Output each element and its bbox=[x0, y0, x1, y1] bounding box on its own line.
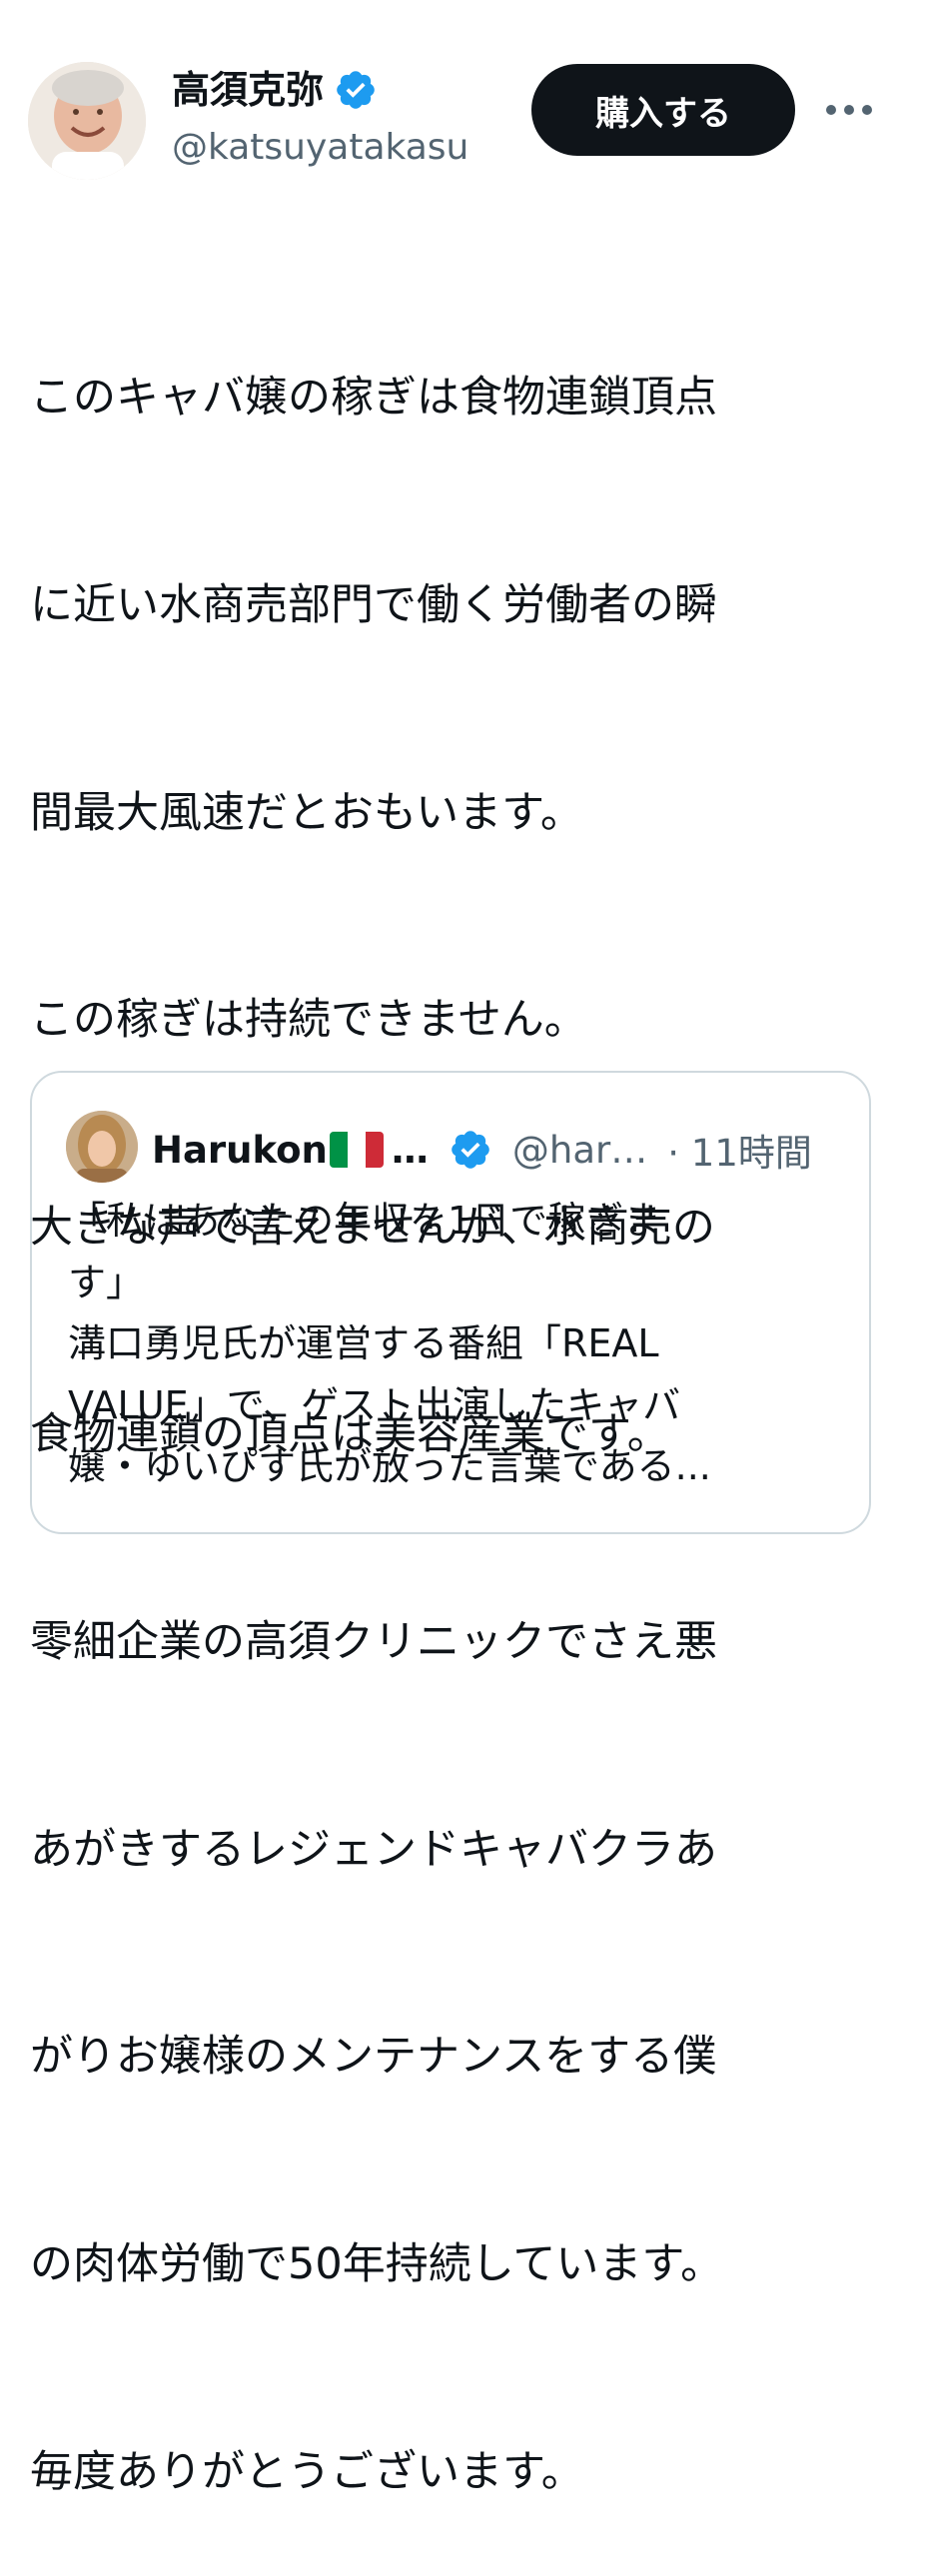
tweet-line: 間最大風速だとおもいます。 bbox=[30, 787, 583, 838]
quoted-author-handle[interactable]: @har… bbox=[512, 1129, 647, 1172]
tweet-line: 零細企業の高須クリニックでさえ悪 bbox=[30, 1617, 717, 1668]
tweet-line: がりお嬢様のメンテナンスをする僕 bbox=[30, 2032, 717, 2083]
quoted-body: 「私はあなたの年収を1日で稼ぎま す」 溝口勇児氏が運営する番組「REAL VA… bbox=[68, 1191, 847, 1498]
more-dots bbox=[826, 105, 872, 115]
quoted-name-ellipsis: … bbox=[391, 1128, 429, 1172]
tweet-line: この稼ぎは持続できません。 bbox=[30, 995, 587, 1046]
italy-flag-icon bbox=[329, 1132, 384, 1168]
buy-button[interactable]: 購入する bbox=[531, 64, 795, 156]
quoted-line: 溝口勇児氏が運営する番組「REAL bbox=[68, 1321, 659, 1366]
author-name[interactable]: 高須克弥 bbox=[172, 71, 324, 109]
quoted-timestamp[interactable]: · 11時間 bbox=[667, 1123, 812, 1177]
tweet-header: 高須克弥 @katsuyatakasu 購入する bbox=[0, 0, 926, 200]
author-avatar[interactable] bbox=[28, 62, 146, 180]
quoted-line: す」 bbox=[68, 1260, 145, 1304]
tweet-line: に近い水商売部門で働く労働者の瞬 bbox=[30, 580, 717, 631]
quoted-author-avatar[interactable] bbox=[66, 1111, 138, 1183]
tweet-line: あがきするレジェンドキャバクラあ bbox=[30, 1824, 717, 1875]
avatar-image bbox=[28, 62, 146, 180]
tweet-line: このキャバ嬢の稼ぎは食物連鎖頂点 bbox=[30, 373, 717, 424]
verified-check-icon bbox=[452, 1131, 489, 1169]
quoted-author-name[interactable]: Harukon bbox=[152, 1129, 328, 1172]
author-handle[interactable]: @katsuyatakasu bbox=[172, 130, 468, 166]
quoted-header: Harukon … @har… · 11時間 bbox=[152, 1123, 812, 1177]
tweet-line: の肉体労働で50年持続しています。 bbox=[30, 2238, 724, 2289]
quoted-line: VALUE」で、ゲスト出演したキャバ bbox=[68, 1382, 681, 1427]
tweet-line: 毎度ありがとうございます。 bbox=[30, 2446, 584, 2497]
more-horizontal-icon[interactable] bbox=[819, 80, 879, 140]
author-name-row: 高須克弥 bbox=[172, 68, 378, 112]
quoted-avatar-image bbox=[66, 1111, 138, 1183]
quoted-line: 嬢・ゆいぴす氏が放った言葉である... bbox=[68, 1444, 711, 1489]
quoted-line: 「私はあなたの年収を1日で稼ぎま bbox=[68, 1199, 662, 1243]
verified-check-icon bbox=[337, 71, 375, 109]
quoted-tweet-card[interactable]: Harukon … @har… · 11時間 「私はあなたの年収を1日で稼ぎま … bbox=[30, 1071, 871, 1534]
